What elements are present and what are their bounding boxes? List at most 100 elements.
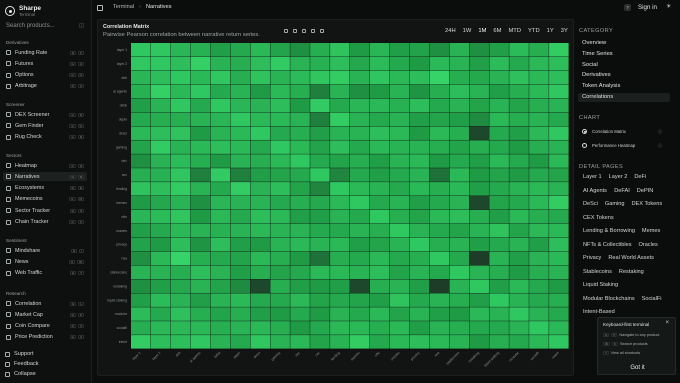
close-icon[interactable]: × — [665, 320, 669, 326]
heatmap-cell[interactable] — [190, 112, 211, 127]
heatmap-cell[interactable] — [310, 223, 330, 238]
heatmap-cell[interactable] — [489, 279, 509, 293]
heatmap-cell[interactable] — [270, 237, 290, 252]
heatmap-cell[interactable] — [230, 56, 251, 71]
heatmap-cell[interactable] — [529, 196, 549, 210]
collapse-button[interactable]: Collapse — [5, 371, 36, 377]
heatmap-cell[interactable] — [509, 237, 529, 252]
heatmap-cell[interactable] — [529, 335, 549, 349]
heatmap-cell[interactable] — [529, 98, 549, 113]
heatmap-cell[interactable] — [270, 251, 290, 266]
heatmap-cell[interactable] — [190, 307, 211, 321]
heatmap-cell[interactable] — [489, 265, 509, 280]
heatmap-cell[interactable] — [250, 126, 270, 140]
heatmap-cell[interactable] — [489, 223, 509, 238]
heatmap-cell[interactable] — [330, 293, 350, 307]
heatmap-cell[interactable] — [469, 168, 489, 182]
heatmap-cell[interactable] — [150, 70, 171, 85]
heatmap-cell[interactable] — [389, 154, 410, 168]
heatmap-cell[interactable] — [449, 279, 470, 293]
heatmap-cell[interactable] — [549, 237, 569, 252]
heatmap-cell[interactable] — [529, 126, 549, 140]
heatmap-cell[interactable] — [429, 168, 450, 182]
heatmap-cell[interactable] — [190, 279, 211, 293]
heatmap-cell[interactable] — [409, 168, 430, 182]
heatmap-cell[interactable] — [290, 265, 310, 280]
heatmap-cell[interactable] — [350, 335, 370, 349]
heatmap-cell[interactable] — [210, 265, 231, 280]
heatmap-cell[interactable] — [429, 321, 450, 335]
heatmap-cell[interactable] — [409, 307, 430, 321]
heatmap-cell[interactable] — [549, 209, 569, 224]
heatmap-cell[interactable] — [350, 168, 370, 182]
heatmap-cell[interactable] — [250, 84, 270, 99]
heatmap-cell[interactable] — [270, 98, 290, 113]
heatmap-cell[interactable] — [131, 196, 151, 210]
detail-page-gaming[interactable]: Gaming — [605, 201, 625, 207]
heatmap-cell[interactable] — [469, 223, 489, 238]
heatmap-cell[interactable] — [150, 237, 171, 252]
heatmap-cell[interactable] — [369, 335, 390, 349]
heatmap-cell[interactable] — [489, 196, 509, 210]
heatmap-cell[interactable] — [549, 335, 569, 349]
heatmap-cell[interactable] — [409, 279, 430, 293]
detail-page-modular-blockchains[interactable]: Modular Blockchains — [583, 296, 635, 302]
heatmap-cell[interactable] — [409, 293, 430, 307]
heatmap-cell[interactable] — [350, 126, 370, 140]
heatmap-cell[interactable] — [369, 182, 390, 196]
heatmap-cell[interactable] — [230, 209, 251, 224]
heatmap-cell[interactable] — [330, 154, 350, 168]
heatmap-cell[interactable] — [230, 168, 251, 182]
heatmap-cell[interactable] — [469, 98, 489, 113]
heatmap-cell[interactable] — [350, 98, 370, 113]
heatmap-cell[interactable] — [350, 70, 370, 85]
heatmap-cell[interactable] — [290, 307, 310, 321]
heatmap-cell[interactable] — [549, 196, 569, 210]
heatmap-cell[interactable] — [369, 98, 390, 113]
heatmap-cell[interactable] — [210, 98, 231, 113]
heatmap-cell[interactable] — [170, 84, 191, 99]
heatmap-cell[interactable] — [170, 182, 191, 196]
heatmap-cell[interactable] — [150, 126, 171, 140]
heatmap-cell[interactable] — [290, 209, 310, 224]
heatmap-cell[interactable] — [469, 237, 489, 252]
heatmap-cell[interactable] — [509, 209, 529, 224]
heatmap-cell[interactable] — [469, 265, 489, 280]
heatmap-cell[interactable] — [270, 223, 290, 238]
detail-page-lending-and-borrowing[interactable]: Lending & Borrowing — [583, 228, 635, 234]
sidebar-item-memecoins[interactable]: Memecoins G M — [3, 195, 87, 204]
support-button[interactable]: Support — [5, 351, 34, 357]
heatmap-cell[interactable] — [489, 335, 509, 349]
heatmap-cell[interactable] — [310, 43, 330, 57]
heatmap-cell[interactable] — [389, 265, 410, 280]
heatmap-cell[interactable] — [131, 140, 151, 154]
heatmap-cell[interactable] — [449, 70, 470, 85]
heatmap-cell[interactable] — [270, 70, 290, 85]
heatmap-cell[interactable] — [489, 154, 509, 168]
sidebar-item-mindshare[interactable]: Mindshare G I — [3, 246, 87, 255]
heatmap-cell[interactable] — [350, 223, 370, 238]
heatmap-cell[interactable] — [449, 140, 470, 154]
heatmap-cell[interactable] — [389, 70, 410, 85]
heatmap-cell[interactable] — [369, 196, 390, 210]
heatmap-cell[interactable] — [250, 307, 270, 321]
heatmap-cell[interactable] — [509, 279, 529, 293]
heatmap-cell[interactable] — [489, 126, 509, 140]
heatmap-cell[interactable] — [131, 335, 151, 349]
heatmap-cell[interactable] — [429, 84, 450, 99]
heatmap-cell[interactable] — [529, 265, 549, 280]
heatmap-cell[interactable] — [509, 307, 529, 321]
chart-option-correlation-matrix[interactable]: Correlation Matrix ⓘ — [578, 127, 670, 136]
heatmap-cell[interactable] — [529, 279, 549, 293]
heatmap-cell[interactable] — [350, 265, 370, 280]
heatmap-cell[interactable] — [449, 307, 470, 321]
heatmap-cell[interactable] — [170, 265, 191, 280]
heatmap-cell[interactable] — [369, 223, 390, 238]
heatmap-cell[interactable] — [509, 196, 529, 210]
heatmap-cell[interactable] — [210, 182, 231, 196]
heatmap-cell[interactable] — [389, 126, 410, 140]
heatmap-cell[interactable] — [270, 307, 290, 321]
heatmap-cell[interactable] — [210, 112, 231, 127]
heatmap-cell[interactable] — [409, 265, 430, 280]
search-input[interactable]: Search products... / — [4, 20, 86, 31]
